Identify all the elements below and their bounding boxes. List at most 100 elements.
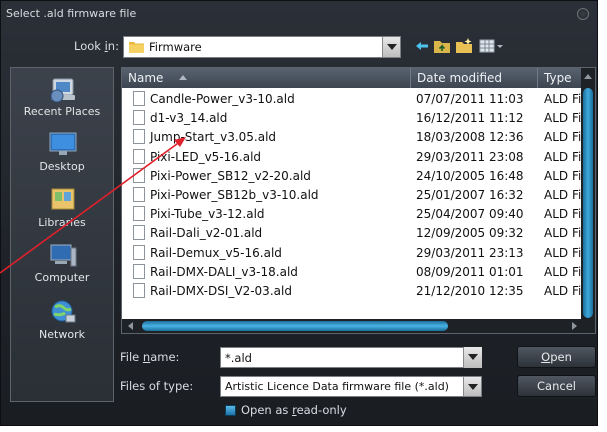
file-name: Candle-Power_v3-10.ald — [150, 92, 295, 106]
lookin-dropdown[interactable]: Firmware — [123, 36, 401, 58]
scroll-right-icon[interactable] — [572, 322, 577, 330]
place-label: Desktop — [39, 160, 85, 173]
place-label: Network — [39, 328, 85, 341]
place-computer[interactable]: Computer — [11, 242, 113, 292]
file-date: 25/01/2007 16:32 — [416, 188, 524, 202]
file-open-dialog: Select .ald firmware file Look in: Firmw… — [0, 0, 598, 426]
desktop-icon — [49, 132, 77, 155]
file-row[interactable]: Pixi-Power_SB12b_v3-10.ald 25/01/2007 16:… — [122, 186, 582, 205]
horizontal-scrollbar[interactable] — [122, 319, 583, 333]
window-title: Select .ald firmware file — [6, 7, 137, 20]
scroll-left-icon[interactable] — [128, 322, 133, 330]
file-list[interactable]: Name Date modified Type Candle-Power_v3-… — [121, 67, 596, 334]
filetype-label: Files of type: — [120, 379, 194, 393]
folder-icon — [129, 42, 144, 53]
place-recent-places[interactable]: Recent Places — [11, 76, 113, 126]
back-arrow-icon[interactable] — [413, 37, 431, 55]
file-icon — [133, 148, 145, 164]
file-icon — [133, 167, 145, 183]
file-name: Rail-Dali_v2-01.ald — [150, 226, 263, 241]
file-row[interactable]: Pixi-Tube_v3-12.ald 25/04/2007 09:40 ALD F… — [122, 205, 582, 224]
file-date: 25/04/2007 09:40 — [416, 207, 524, 222]
lookin-label: Look in: — [74, 39, 119, 53]
file-icon — [133, 206, 145, 222]
file-name: Pixi-Tube_v3-12.ald — [150, 207, 265, 222]
file-type: ALD Fi — [544, 111, 582, 126]
file-icon — [133, 283, 145, 298]
place-desktop[interactable]: Desktop — [11, 130, 113, 178]
file-name: Pixi-Power_SB12_v2-20.ald — [150, 168, 311, 183]
file-name: Pixi-Power_SB12b_v3-10.ald — [150, 188, 319, 202]
file-date: 29/03/2011 23:08 — [416, 149, 524, 164]
file-name: Rail-DMX-DALI_v3-18.ald — [150, 264, 298, 279]
file-type: ALD Fi — [544, 245, 582, 260]
scroll-up-icon[interactable] — [584, 74, 592, 79]
file-type: ALD Fi — [544, 168, 582, 183]
file-name: Rail-DMX-DSI_V2-03.ald — [150, 284, 292, 298]
file-type: ALD Fi — [544, 207, 582, 222]
file-row[interactable]: d1-v3_14.ald 16/12/2011 11:12 ALD Fi — [122, 109, 582, 128]
file-icon — [133, 244, 145, 260]
file-row[interactable]: Pixi-Power_SB12_v2-20.ald 24/10/2005 16:4… — [122, 167, 582, 186]
file-row[interactable]: Rail-Dali_v2-01.ald 12/09/2005 09:32 ALD F… — [122, 224, 582, 243]
file-name: d1-v3_14.ald — [150, 111, 228, 126]
chevron-down-icon[interactable] — [382, 37, 400, 57]
up-folder-icon[interactable] — [433, 37, 451, 55]
file-icon — [133, 129, 145, 145]
file-type: ALD Fi — [544, 149, 582, 164]
title-bar: Select .ald firmware file — [1, 1, 597, 29]
chevron-down-icon[interactable] — [463, 347, 482, 368]
vertical-scroll-thumb[interactable] — [583, 88, 593, 318]
file-date: 16/12/2011 11:12 — [416, 111, 524, 126]
column-name[interactable]: Name — [122, 68, 411, 88]
file-type: ALD Fi — [544, 226, 582, 241]
cancel-button[interactable]: Cancel — [517, 375, 596, 397]
libraries-icon — [51, 188, 75, 210]
recent-places-icon — [50, 78, 75, 103]
chevron-down-icon[interactable] — [463, 377, 481, 396]
vertical-scrollbar[interactable] — [581, 68, 595, 333]
place-network[interactable]: Network — [11, 298, 113, 348]
view-menu-icon[interactable] — [479, 37, 505, 55]
new-folder-icon[interactable] — [455, 37, 473, 55]
sort-up-icon — [179, 75, 187, 80]
file-row[interactable]: Pixi-LED_v5-16.ald 29/03/2011 23:08 ALD Fi — [122, 148, 582, 167]
places-bar: Recent Places Desktop Libraries Computer… — [10, 67, 114, 402]
computer-icon — [50, 244, 77, 267]
file-icon — [133, 187, 145, 202]
file-icon — [133, 110, 145, 126]
close-icon[interactable] — [577, 8, 589, 20]
file-icon — [133, 263, 145, 279]
file-row[interactable]: Rail-DMX-DALI_v3-18.ald 08/09/2011 01:01 A… — [122, 263, 582, 282]
file-date: 29/03/2011 23:13 — [416, 245, 524, 260]
file-date: 24/10/2005 16:48 — [416, 168, 524, 183]
file-row[interactable]: Rail-DMX-DSI_V2-03.ald 21/12/2010 12:35 AL… — [122, 282, 582, 301]
filename-label: File name: — [120, 350, 180, 364]
file-type: ALD Fi — [544, 130, 582, 145]
file-row[interactable]: Rail-Demux_v5-16.ald 29/03/2011 23:13 ALD … — [122, 244, 582, 263]
place-label: Computer — [34, 271, 90, 284]
file-name: Jump-Start_v3.05.ald — [150, 130, 277, 145]
file-row[interactable]: Candle-Power_v3-10.ald 07/07/2011 11:03 AL… — [122, 90, 582, 109]
file-date: 18/03/2008 12:36 — [416, 130, 524, 145]
column-date-modified[interactable]: Date modified — [411, 68, 538, 88]
readonly-checkbox[interactable] — [225, 405, 236, 416]
place-libraries[interactable]: Libraries — [11, 185, 113, 235]
column-header: Name Date modified Type — [122, 68, 595, 88]
open-button[interactable]: Open — [517, 346, 596, 368]
file-date: 12/09/2005 09:32 — [416, 226, 524, 241]
column-type[interactable]: Type — [538, 68, 583, 88]
file-type: ALD Fi — [544, 284, 582, 298]
filetype-dropdown[interactable]: Artistic Licence Data firmware file (*.a… — [220, 376, 482, 397]
file-icon — [133, 225, 145, 241]
filename-input[interactable] — [220, 347, 482, 368]
network-icon — [51, 300, 76, 323]
file-row[interactable]: Jump-Start_v3.05.ald 18/03/2008 12:36 ALD … — [122, 128, 582, 147]
file-date: 08/09/2011 01:01 — [416, 264, 524, 279]
horizontal-scroll-thumb[interactable] — [142, 321, 448, 331]
place-label: Recent Places — [23, 105, 101, 118]
file-type: ALD Fi — [544, 188, 582, 202]
file-name: Rail-Demux_v5-16.ald — [150, 245, 282, 260]
place-label: Libraries — [38, 216, 86, 229]
readonly-label: Open as read-only — [241, 403, 347, 417]
